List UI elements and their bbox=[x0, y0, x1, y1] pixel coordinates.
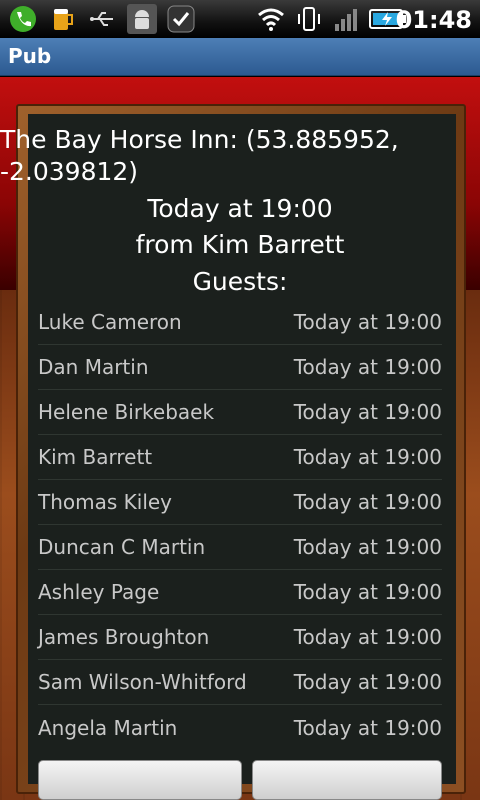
guest-name: Dan Martin bbox=[38, 355, 149, 379]
list-item[interactable]: Kim Barrett Today at 19:00 bbox=[38, 435, 442, 480]
guest-name: Angela Martin bbox=[38, 715, 178, 740]
beer-icon[interactable] bbox=[48, 4, 78, 34]
signal-icon bbox=[335, 9, 357, 31]
list-item[interactable]: Duncan C Martin Today at 19:00 bbox=[38, 525, 442, 570]
guest-time: Today at 19:00 bbox=[293, 310, 442, 334]
guest-name: Luke Cameron bbox=[38, 310, 182, 334]
guest-name: Sam Wilson-Whitford bbox=[38, 670, 247, 694]
guest-time: Today at 19:00 bbox=[293, 625, 442, 649]
guest-time: Today at 19:00 bbox=[293, 535, 442, 559]
right-action-button[interactable] bbox=[252, 760, 442, 800]
list-item[interactable]: Dan Martin Today at 19:00 bbox=[38, 345, 442, 390]
list-item[interactable]: Sam Wilson-Whitford Today at 19:00 bbox=[38, 660, 442, 705]
guest-time: Today at 19:00 bbox=[293, 670, 442, 694]
usb-icon[interactable] bbox=[88, 4, 118, 34]
guest-time: Today at 19:00 bbox=[293, 355, 442, 379]
event-host: from Kim Barrett bbox=[135, 230, 345, 259]
wifi-icon bbox=[258, 8, 284, 31]
guest-name: James Broughton bbox=[38, 625, 210, 649]
clock: 01:48 bbox=[395, 6, 472, 34]
guest-name: Duncan C Martin bbox=[38, 535, 206, 559]
guest-time: Today at 19:00 bbox=[293, 400, 442, 424]
guest-name: Helene Birkebaek bbox=[38, 400, 215, 424]
vibrate-icon bbox=[298, 7, 320, 31]
guest-name: Ashley Page bbox=[38, 580, 160, 604]
phone-icon[interactable] bbox=[8, 4, 38, 34]
guest-time: Today at 19:00 bbox=[293, 445, 442, 469]
list-item[interactable]: Luke Cameron Today at 19:00 bbox=[38, 300, 442, 345]
guest-name: Kim Barrett bbox=[38, 445, 153, 469]
left-action-button[interactable] bbox=[38, 760, 242, 800]
pub-name-coordinates: The Bay Horse Inn: (53.885952, -2.039812… bbox=[0, 125, 399, 186]
list-item[interactable]: Ashley Page Today at 19:00 bbox=[38, 570, 442, 615]
event-time: Today at 19:00 bbox=[147, 194, 333, 223]
status-bar: 01:48 bbox=[0, 0, 480, 38]
guests-heading: Guests: bbox=[192, 267, 288, 296]
guest-name: Thomas Kiley bbox=[38, 490, 173, 514]
app-title: Pub bbox=[8, 44, 52, 68]
list-item[interactable]: Thomas Kiley Today at 19:00 bbox=[38, 480, 442, 525]
guest-time: Today at 19:00 bbox=[293, 580, 442, 604]
guest-time: Today at 19:00 bbox=[293, 490, 442, 514]
list-item[interactable]: Helene Birkebaek Today at 19:00 bbox=[38, 390, 442, 435]
checkmark-icon[interactable] bbox=[166, 4, 196, 34]
title-bar: Pub bbox=[0, 38, 480, 76]
guest-list: Luke Cameron Today at 19:00 Dan Martin T… bbox=[38, 300, 442, 750]
list-item[interactable]: James Broughton Today at 19:00 bbox=[38, 615, 442, 660]
guest-time: Today at 19:00 bbox=[293, 715, 442, 740]
android-debug-icon[interactable] bbox=[127, 4, 157, 34]
list-item[interactable]: Angela Martin Today at 19:00 bbox=[38, 705, 442, 750]
